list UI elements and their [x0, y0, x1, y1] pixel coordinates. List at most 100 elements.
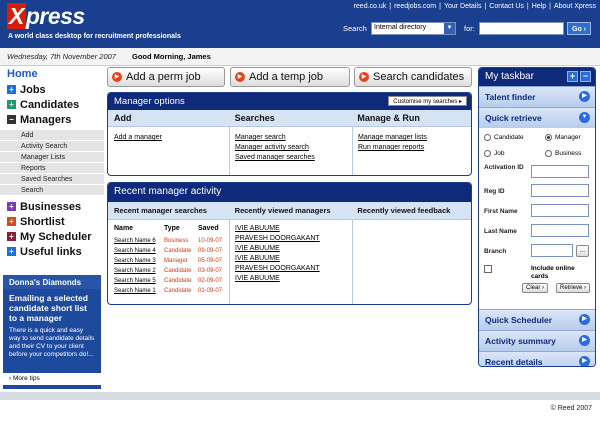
arrow-right-icon: ▶ [579, 356, 590, 366]
separator: | [526, 3, 529, 10]
manager-activity-search-link[interactable]: Manager activity search [235, 144, 309, 151]
link-about[interactable]: About Xpress [554, 3, 596, 10]
run-manager-reports-link[interactable]: Run manager reports [358, 144, 424, 151]
talent-finder-section[interactable]: Talent finder ▶ [479, 86, 595, 107]
manage-manager-lists-link[interactable]: Manage manager lists [358, 134, 427, 141]
include-online-checkbox[interactable] [484, 265, 492, 273]
recent-activity-header: Recent manager activity [108, 183, 471, 202]
search-links: Manager search Manager activity search S… [235, 133, 315, 163]
activity-summary-section[interactable]: Activity summary ▶ [479, 330, 595, 351]
col-recently-viewed-managers: Recently viewed managers [234, 206, 331, 215]
quick-retrieve-section[interactable]: Quick retrieve ▼ [479, 107, 595, 128]
managers-sub-activity-search[interactable]: Activity Search [0, 141, 104, 152]
col-recently-viewed-feedback: Recently viewed feedback [357, 206, 451, 215]
radio-circle [484, 150, 491, 157]
reg-id-input[interactable] [531, 184, 589, 197]
nav-candidates[interactable]: + Candidates [0, 97, 104, 112]
hdr-type: Type [164, 225, 180, 232]
viewed-manager-link[interactable]: PRAVESH DOORGAKANT [235, 264, 320, 274]
link-reed[interactable]: reed.co.uk [354, 3, 387, 10]
table-row[interactable]: Search Name 2 Candidate 03-09-07 [114, 266, 228, 276]
link-contact[interactable]: Contact Us [489, 3, 524, 10]
recently-viewed-list: IVIE ABUUME PRAVESH DOORGAKANT IVIE ABUU… [235, 224, 320, 284]
more-tips-link[interactable]: › More tips [3, 373, 101, 385]
table-row[interactable]: Search Name 5 Candidate 02-09-07 [114, 276, 228, 286]
managers-sub-saved-searches[interactable]: Saved Searches [0, 174, 104, 185]
my-taskbar: My taskbar + − Talent finder ▶ Quick ret… [478, 67, 596, 367]
last-name-input[interactable] [531, 224, 589, 237]
search-scope-select[interactable]: Internal directory ▼ [371, 22, 456, 35]
radio-circle [484, 134, 491, 141]
radio-candidate[interactable]: Candidate [484, 134, 524, 141]
clear-button[interactable]: Clear › [522, 283, 549, 293]
customise-searches-button[interactable]: Customise my searches ▸ [388, 96, 467, 106]
nav-scheduler[interactable]: + My Scheduler [0, 229, 104, 244]
search-input[interactable] [479, 22, 564, 35]
viewed-manager-link[interactable]: IVIE ABUUME [235, 244, 320, 254]
row-saved: 10-09-07 [198, 238, 223, 244]
chevron-down-icon: ▼ [444, 23, 455, 34]
add-manager-link[interactable]: Add a manager [114, 134, 162, 141]
nav-jobs[interactable]: + Jobs [0, 82, 104, 97]
row-type: Business [164, 238, 189, 244]
taskbar-header: My taskbar + − [479, 68, 595, 86]
footer-bar [0, 392, 600, 400]
minus-icon[interactable]: − [580, 71, 591, 82]
quick-scheduler-section[interactable]: Quick Scheduler ▶ [479, 309, 595, 330]
nav-candidates-label: Candidates [20, 98, 80, 111]
row-name[interactable]: Search Name 2 [114, 266, 164, 276]
viewed-manager-link[interactable]: IVIE ABUUME [235, 274, 320, 284]
add-perm-job-button[interactable]: ▶ Add a perm job [107, 67, 225, 87]
viewed-manager-link[interactable]: PRAVESH DOORGAKANT [235, 234, 320, 244]
link-help[interactable]: Help [532, 3, 546, 10]
branch-input[interactable] [531, 244, 573, 257]
search-candidates-button[interactable]: ▶ Search candidates [354, 67, 472, 87]
go-button[interactable]: Go › [567, 22, 591, 35]
table-row[interactable]: Search Name 1 Candidate 01-09-07 [114, 286, 228, 296]
link-reedjobs[interactable]: reedjobs.com [394, 3, 436, 10]
add-temp-job-button[interactable]: ▶ Add a temp job [230, 67, 350, 87]
nav-home[interactable]: Home [0, 66, 104, 82]
radio-business-label: Business [555, 150, 582, 157]
row-name[interactable]: Search Name 3 [114, 256, 164, 266]
row-name[interactable]: Search Name 4 [114, 246, 164, 256]
row-name[interactable]: Search Name 5 [114, 276, 164, 286]
row-name[interactable]: Search Name 6 [114, 236, 164, 246]
link-your-details[interactable]: Your Details [444, 3, 482, 10]
quick-retrieve-label: Quick retrieve [485, 113, 542, 123]
managers-sub-reports[interactable]: Reports [0, 163, 104, 174]
table-row[interactable]: Search Name 4 Candidate 09-09-07 [114, 246, 228, 256]
manager-search-link[interactable]: Manager search [235, 134, 286, 141]
manage-links: Manage manager lists Run manager reports [358, 133, 427, 153]
tip-title[interactable]: Emailing a selected candidate short list… [9, 293, 95, 323]
managers-sub-search[interactable]: Search [0, 185, 104, 196]
radio-candidate-label: Candidate [494, 134, 524, 141]
xpress-logo[interactable]: Xpress [7, 3, 85, 30]
viewed-manager-link[interactable]: IVIE ABUUME [235, 224, 320, 234]
viewed-manager-link[interactable]: IVIE ABUUME [235, 254, 320, 264]
managers-sub-add[interactable]: Add [0, 130, 104, 141]
table-row[interactable]: Search Name 6 Business 10-09-07 [114, 236, 228, 246]
radio-manager[interactable]: Manager [545, 134, 581, 141]
radio-job[interactable]: Job [484, 150, 504, 157]
nav-businesses[interactable]: + Businesses [0, 199, 104, 214]
branch-lookup-button[interactable]: ... [576, 245, 589, 257]
nav-useful-links[interactable]: + Useful links [0, 244, 104, 259]
plus-icon[interactable]: + [567, 71, 578, 82]
nav-managers[interactable]: − Managers [0, 112, 104, 127]
saved-manager-searches-link[interactable]: Saved manager searches [235, 154, 315, 161]
nav-shortlist[interactable]: + Shortlist [0, 214, 104, 229]
recent-details-section[interactable]: Recent details ▶ [479, 351, 595, 366]
separator: | [549, 3, 551, 10]
row-name[interactable]: Search Name 1 [114, 286, 164, 296]
managers-sub-manager-lists[interactable]: Manager Lists [0, 152, 104, 163]
radio-business[interactable]: Business [545, 150, 581, 157]
first-name-input[interactable] [531, 204, 589, 217]
plus-icon: + [7, 202, 16, 211]
row-saved: 02-09-07 [198, 278, 223, 284]
activation-id-input[interactable] [531, 165, 589, 178]
arrow-right-icon: ▶ [359, 72, 369, 82]
last-name-label: Last Name [484, 228, 517, 235]
retrieve-button[interactable]: Retrieve › [556, 283, 591, 293]
table-row[interactable]: Search Name 3 Manager 05-09-07 [114, 256, 228, 266]
